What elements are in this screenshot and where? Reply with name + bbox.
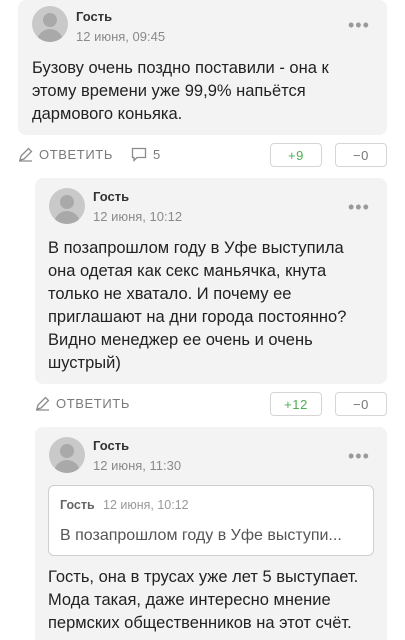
comment-text: Гость, она в трусах уже лет 5 выступает.… <box>48 566 383 635</box>
comment-line: этому времени уже 99,9% напьётся <box>32 82 306 100</box>
comment-card: Гость 12 июня, 10:12 ••• В позапрошлом г… <box>35 178 387 384</box>
downvote-button[interactable]: −0 <box>335 392 387 416</box>
reply-button[interactable]: ОТВЕТИТЬ <box>18 147 113 162</box>
more-options-icon[interactable]: ••• <box>348 447 370 465</box>
reply-label: ОТВЕТИТЬ <box>56 396 130 411</box>
quoted-comment[interactable]: Гость 12 июня, 10:12 В позапрошлом году … <box>48 485 374 556</box>
comment-line: В позапрошлом году в Уфе выступила <box>48 239 344 257</box>
comment-line: приглашают на дни города постоянно? <box>48 308 347 326</box>
comment-date: 12 июня, 11:30 <box>93 458 182 473</box>
comment-line: шустрый) <box>48 354 121 372</box>
comment-author[interactable]: Гость <box>93 189 129 204</box>
comment-author[interactable]: Гость <box>76 9 112 24</box>
replies-count: 5 <box>153 147 161 162</box>
downvote-button[interactable]: −0 <box>335 143 387 167</box>
comment-bubble-icon <box>131 147 147 162</box>
more-options-icon[interactable]: ••• <box>348 198 370 216</box>
comment-text: Бузову очень поздно поставили - она к эт… <box>32 57 382 126</box>
comment-line: Мода такая, даже интересно мнение <box>48 591 331 609</box>
comment-date: 12 июня, 09:45 <box>76 29 166 44</box>
more-options-icon[interactable]: ••• <box>348 16 370 34</box>
pencil-icon <box>36 396 50 411</box>
comment-date: 12 июня, 10:12 <box>93 209 183 224</box>
comment-line: Бузову очень поздно поставили - она к <box>32 59 329 77</box>
avatar[interactable] <box>49 437 85 473</box>
avatar[interactable] <box>49 188 85 224</box>
replies-count-button[interactable]: 5 <box>131 147 161 162</box>
comment-line: Видно менеджер ее очень и очень <box>48 331 313 349</box>
pencil-icon <box>19 147 33 162</box>
upvote-button[interactable]: +12 <box>270 392 322 416</box>
comment-line: только не хватало. И почему ее <box>48 285 292 303</box>
quote-text: В позапрошлом году в Уфе выступи... <box>60 527 342 544</box>
avatar[interactable] <box>32 6 68 42</box>
reply-label: ОТВЕТИТЬ <box>39 147 113 162</box>
comment-actions: ОТВЕТИТЬ 5 +9 −0 <box>18 143 387 167</box>
comment-actions: ОТВЕТИТЬ +12 −0 <box>35 392 387 416</box>
quote-author: Гость <box>60 498 95 512</box>
comment-line: дармового коньяка. <box>32 105 183 123</box>
comment-text: В позапрошлом году в Уфе выступила она о… <box>48 237 383 375</box>
comment-author[interactable]: Гость <box>93 438 129 453</box>
comment-card: Гость 12 июня, 11:30 ••• Гость 12 июня, … <box>35 427 387 640</box>
comment-card: Гость 12 июня, 09:45 ••• Бузову очень по… <box>18 0 387 135</box>
upvote-button[interactable]: +9 <box>270 143 322 167</box>
reply-button[interactable]: ОТВЕТИТЬ <box>35 396 130 411</box>
comment-line: Гость, она в трусах уже лет 5 выступает. <box>48 568 359 586</box>
quote-date: 12 июня, 10:12 <box>103 498 189 512</box>
comment-line: она одетая как секс маньячка, кнута <box>48 262 327 280</box>
comment-line: пермских общественников на этот счёт. <box>48 614 352 632</box>
